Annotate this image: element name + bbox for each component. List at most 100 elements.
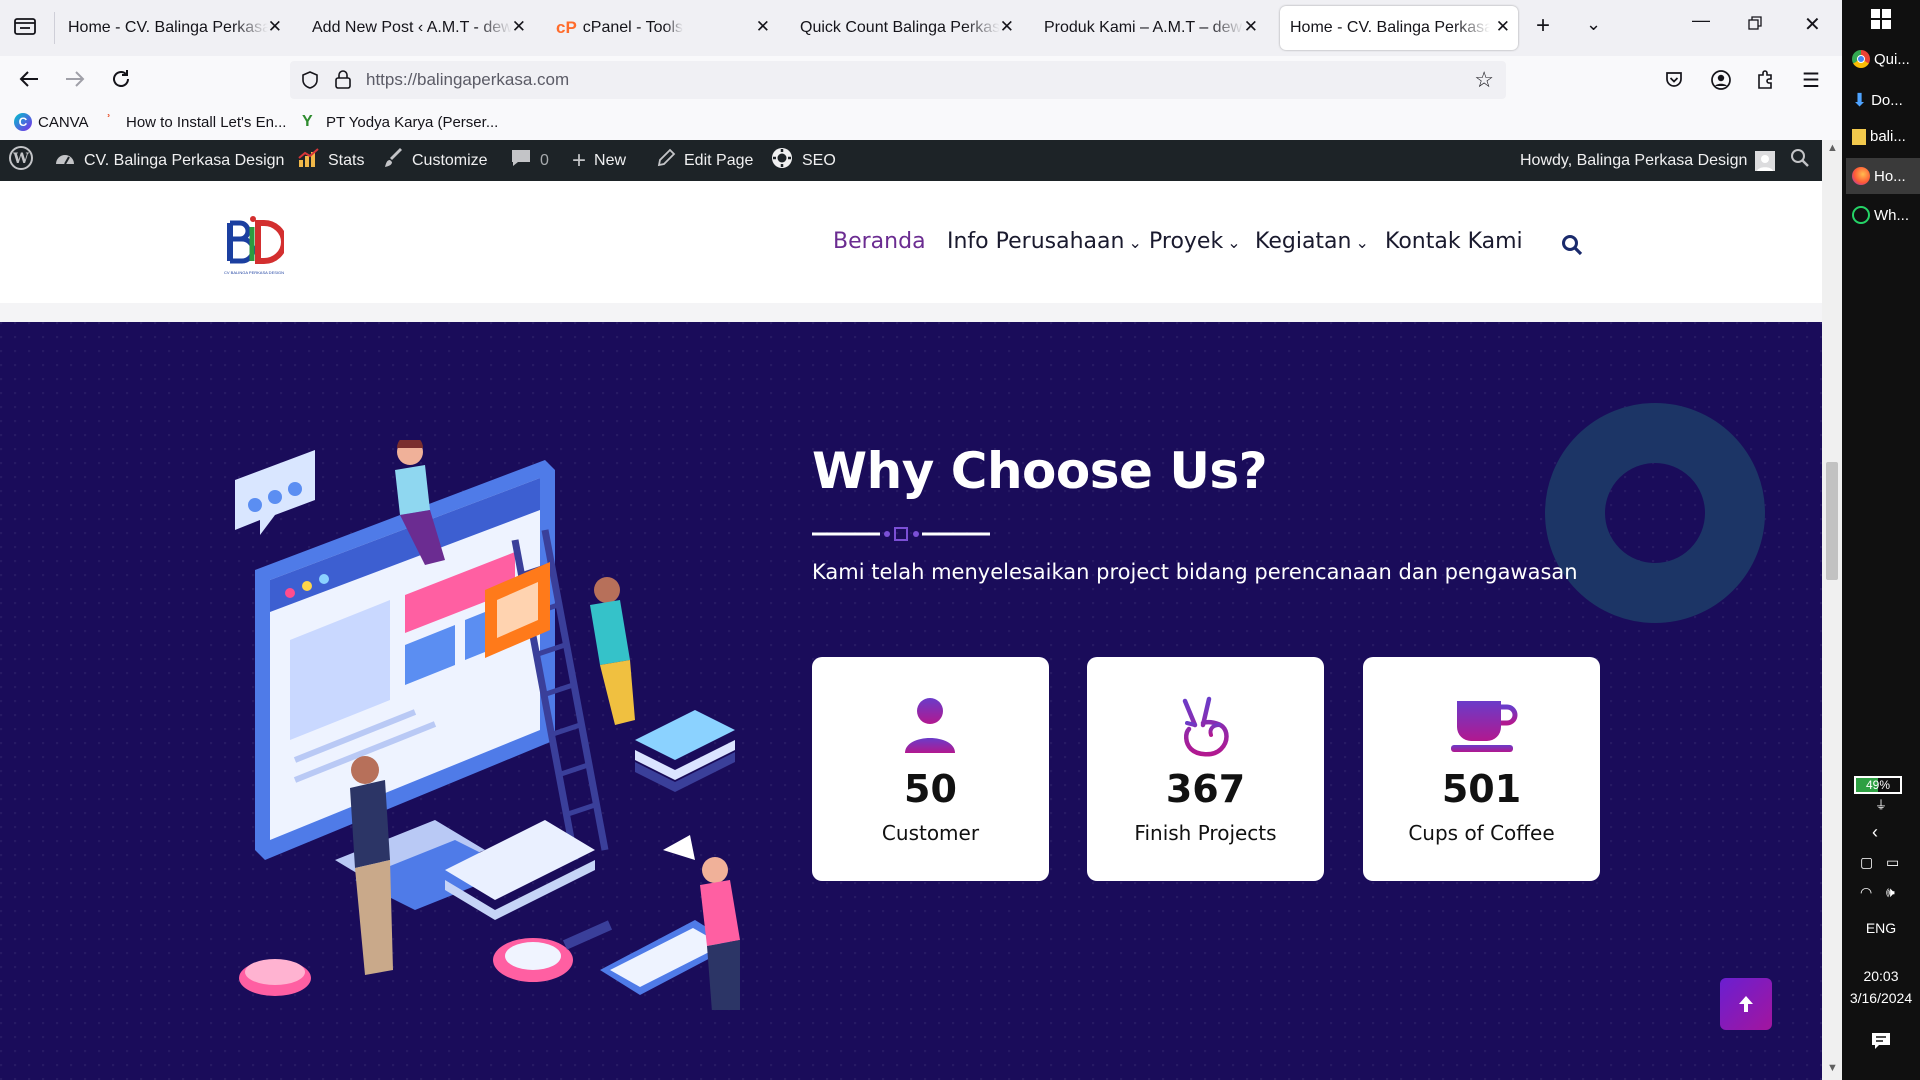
stat-label: Customer [881, 821, 980, 845]
scrollbar-thumb[interactable] [1826, 462, 1838, 580]
back-icon[interactable] [18, 68, 40, 96]
browser-navigation-bar: https://balingaperkasa.com ☆ ☰ [0, 56, 1842, 106]
close-tab-icon[interactable]: ✕ [512, 18, 526, 36]
menu-item-kontak-kami[interactable]: Kontak Kami [1385, 229, 1523, 254]
adminbar-stats-label: Stats [328, 151, 365, 169]
clock-time[interactable]: 20:03 [1842, 968, 1920, 984]
wifi-icon[interactable]: ◠ [1860, 884, 1872, 901]
taskbar-app-whatsapp[interactable]: Wh... [1852, 206, 1918, 224]
taskbar-app-folder[interactable]: bali... [1852, 128, 1918, 145]
cpanel-icon: cP [556, 18, 577, 37]
bookmark-letsencrypt[interactable]: ʾ How to Install Let's En... [106, 113, 286, 131]
bookmark-label: CANVA [38, 113, 89, 131]
page-scrollbar[interactable]: ▲ ▼ [1822, 140, 1842, 1080]
arrow-up-icon [1739, 996, 1753, 1012]
taskbar-app-chrome[interactable]: Qui... [1852, 50, 1918, 68]
whatsapp-icon [1852, 206, 1870, 224]
user-icon [905, 698, 955, 753]
battery-indicator[interactable]: 49% [1854, 776, 1902, 794]
folder-icon [1852, 128, 1866, 145]
extensions-icon[interactable] [1756, 69, 1776, 97]
taskbar-app-firefox[interactable]: Ho... [1846, 158, 1920, 194]
avatar [1755, 150, 1776, 171]
tab-title: Produk Kami – A.M.T – dewadaru [1044, 19, 1244, 36]
browser-tab[interactable]: Add New Post ‹ A.M.T - dewadaru ✕ [302, 6, 534, 50]
menu-label: Kontak Kami [1385, 229, 1523, 254]
language-indicator[interactable]: ENG [1842, 920, 1920, 936]
adminbar-comments[interactable]: 0 [510, 140, 549, 181]
volume-icon[interactable]: 🕪 [1886, 884, 1895, 901]
stat-value: 501 [1441, 767, 1522, 811]
browser-tab[interactable]: Home - CV. Balinga Perkasa Design ✕ [58, 6, 290, 50]
tab-list-icon[interactable] [14, 16, 36, 41]
close-tab-icon[interactable]: ✕ [268, 18, 282, 36]
section-subtitle: Kami telah menyelesaikan project bidang … [812, 560, 1578, 584]
site-search-icon[interactable] [1561, 234, 1583, 261]
list-all-tabs-icon[interactable]: ⌄ [1586, 14, 1601, 35]
tab-title: Home - CV. Balinga Perkasa Design [1290, 19, 1490, 36]
clock-date[interactable]: 3/16/2024 [1842, 990, 1920, 1006]
adminbar-my-account[interactable]: Howdy, Balinga Perkasa Design [1520, 140, 1776, 181]
menu-hamburger-icon[interactable]: ☰ [1802, 68, 1820, 93]
forward-icon[interactable] [64, 68, 86, 96]
menu-item-info-perusahaan[interactable]: Info Perusahaan ⌄ [947, 229, 1142, 254]
close-tab-icon[interactable]: ✕ [756, 18, 770, 36]
menu-label: Beranda [833, 229, 926, 254]
reload-icon[interactable] [110, 68, 132, 96]
menu-item-kegiatan[interactable]: Kegiatan ⌄ [1255, 229, 1369, 254]
adminbar-edit-page[interactable]: Edit Page [656, 140, 753, 181]
header-divider [0, 303, 1822, 322]
taskbar-app-downloads[interactable]: ⬇ Do... [1852, 90, 1918, 111]
shield-icon[interactable] [300, 70, 320, 95]
close-tab-icon[interactable]: ✕ [1244, 18, 1258, 36]
site-logo[interactable]: CV BALINGA PERKASA DESIGN [222, 213, 287, 275]
adminbar-edit-label: Edit Page [684, 151, 754, 169]
lock-icon[interactable] [334, 69, 352, 94]
windows-start-icon[interactable] [1870, 8, 1892, 34]
menu-item-proyek[interactable]: Proyek ⌄ [1149, 229, 1241, 254]
scroll-down-arrow-icon[interactable]: ▼ [1827, 1062, 1838, 1074]
adminbar-new[interactable]: + New [572, 140, 626, 181]
browser-tab[interactable]: Quick Count Balinga Perkasa Design ✕ [790, 6, 1022, 50]
wordpress-logo-menu[interactable]: W [8, 140, 34, 181]
windows-taskbar: Qui... ⬇ Do... bali... Ho... Wh... 49% ⏚… [1842, 0, 1920, 1080]
decorative-ring [1545, 403, 1765, 623]
devices-icon[interactable]: ▢ [1860, 854, 1873, 871]
notifications-icon[interactable] [1871, 1032, 1891, 1054]
adminbar-customize[interactable]: Customize [384, 140, 488, 181]
adminbar-new-label: New [594, 151, 627, 169]
bookmark-star-icon[interactable]: ☆ [1474, 67, 1494, 93]
close-window-icon[interactable]: ✕ [1804, 12, 1821, 37]
pocket-icon[interactable] [1664, 70, 1684, 96]
bookmark-yodya[interactable]: Y PT Yodya Karya (Perser... [302, 113, 498, 131]
site-header: CV BALINGA PERKASA DESIGN Beranda Info P… [0, 181, 1822, 303]
minimize-icon[interactable]: — [1692, 10, 1710, 31]
adminbar-stats[interactable]: Stats [298, 140, 364, 181]
restore-icon[interactable] [1748, 14, 1762, 35]
svg-text:W: W [12, 151, 29, 167]
bookmark-site-icon: ʾ [106, 113, 112, 130]
chevron-down-icon: ⌄ [1227, 233, 1241, 252]
browser-tab[interactable]: Produk Kami – A.M.T – dewadaru ✕ [1034, 6, 1266, 50]
scroll-to-top-button[interactable] [1720, 978, 1772, 1030]
scroll-up-arrow-icon[interactable]: ▲ [1827, 142, 1838, 154]
menu-item-beranda[interactable]: Beranda [833, 229, 926, 254]
url-text[interactable]: https://balingaperkasa.com [366, 70, 569, 90]
adminbar-seo[interactable]: SEO [770, 140, 836, 181]
battery-small-icon[interactable]: ▭ [1886, 854, 1899, 871]
close-tab-icon[interactable]: ✕ [1000, 18, 1014, 36]
browser-tab-active[interactable]: Home - CV. Balinga Perkasa Design ✕ [1280, 6, 1518, 50]
new-tab-icon[interactable]: + [1536, 12, 1550, 40]
browser-tab-bar: Home - CV. Balinga Perkasa Design ✕ Add … [0, 0, 1842, 56]
adminbar-search[interactable] [1790, 140, 1810, 181]
chevron-left-icon[interactable]: ‹ [1872, 822, 1878, 843]
howdy-text: Howdy, Balinga Perkasa Design [1520, 151, 1748, 169]
browser-tab[interactable]: cP cPanel - Tools ✕ [546, 6, 778, 50]
taskbar-app-label: Ho... [1874, 167, 1906, 185]
account-icon[interactable] [1710, 69, 1732, 97]
close-tab-icon[interactable]: ✕ [1496, 18, 1510, 36]
adminbar-site-name[interactable]: CV. Balinga Perkasa Design [54, 140, 284, 181]
yodya-icon: Y [302, 113, 313, 130]
url-bar[interactable]: https://balingaperkasa.com ☆ [290, 61, 1506, 99]
bookmark-canva[interactable]: C CANVA [14, 113, 89, 131]
